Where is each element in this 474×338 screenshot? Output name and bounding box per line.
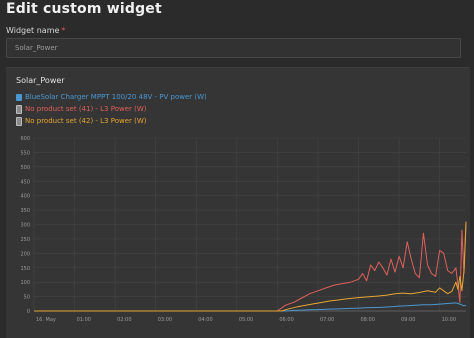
y-tick-label: 150 [20,266,30,272]
y-tick-label: 600 [20,136,30,142]
x-tick-label: 07:00 [320,317,334,323]
x-tick-label: 10:00 [442,317,456,323]
x-tick-label: 06:00 [279,317,293,323]
x-tick-label: 03:00 [158,317,172,323]
y-tick-label: 500 [20,165,30,171]
y-tick-label: 400 [20,194,30,200]
y-tick-label: 200 [20,251,30,257]
x-tick-label: 01:00 [77,317,91,323]
series-line [34,302,467,312]
x-tick-label: 04:00 [198,317,212,323]
x-tick-label: 09:00 [401,317,415,323]
x-tick-label: 08:00 [361,317,375,323]
x-tick-label: 05:00 [239,317,253,323]
y-tick-label: 300 [20,223,30,229]
y-tick-label: 450 [20,179,30,185]
y-tick-label: 50 [24,295,30,301]
y-tick-label: 0 [27,309,30,315]
y-tick-label: 550 [20,150,30,156]
x-tick-label: 16. May [36,317,56,323]
x-tick-label: 02:00 [117,317,131,323]
y-tick-label: 100 [20,280,30,286]
y-tick-label: 350 [20,208,30,214]
series-line [34,221,467,312]
power-line-chart: 0 50 100 150 200 250 300 350 400 450 500 550 600 16. … [20,136,467,323]
y-tick-label: 250 [20,237,30,243]
